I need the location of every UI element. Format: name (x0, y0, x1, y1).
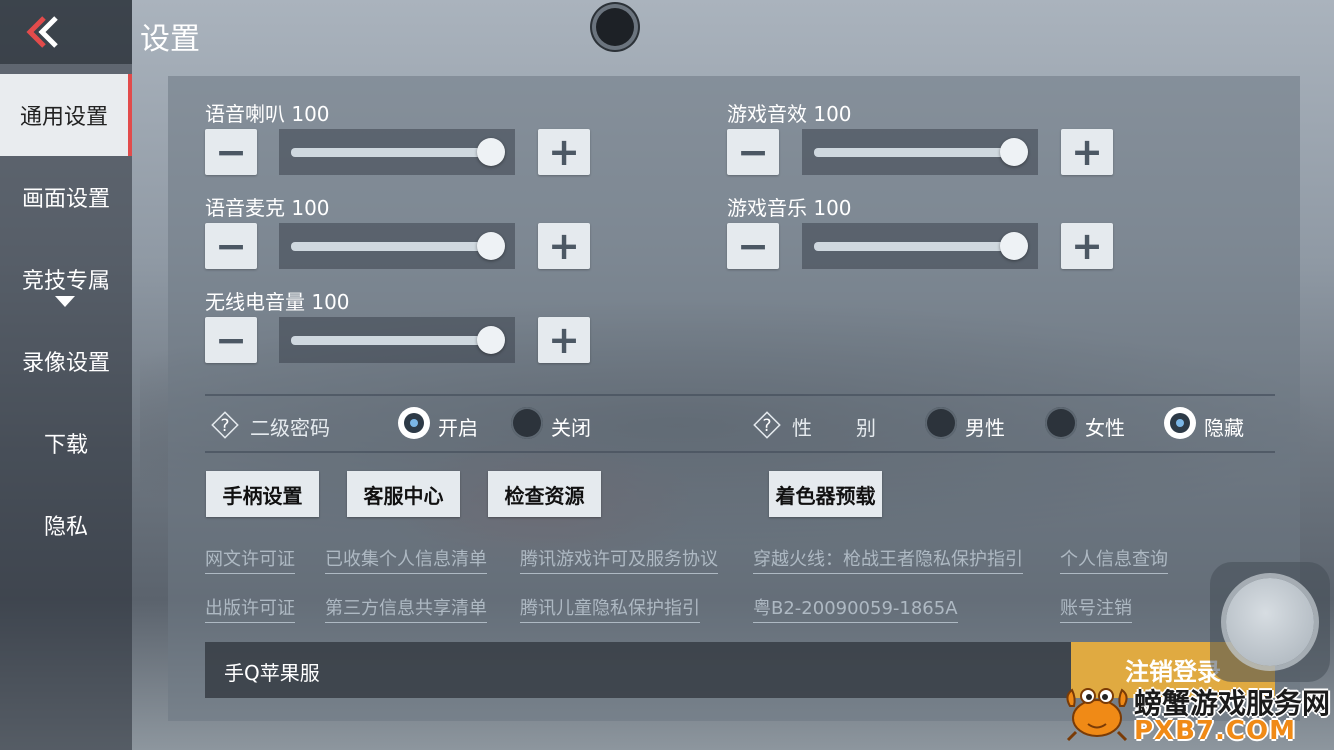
slider-track (814, 242, 1014, 251)
radio-plus-button[interactable]: + (538, 317, 590, 363)
password-on-radio[interactable] (398, 407, 430, 439)
music-minus-button[interactable]: − (727, 223, 779, 269)
minus-icon: − (215, 130, 247, 174)
customer-service-button[interactable]: 客服中心 (347, 471, 460, 517)
speaker-volume-label: 语音喇叭 100 (205, 102, 330, 126)
caret-down-icon (55, 296, 75, 307)
divider (205, 451, 1275, 453)
sidebar-item-replay[interactable]: 录像设置 (0, 320, 132, 402)
link-publishing-license[interactable]: 出版许可证 (205, 594, 295, 623)
svg-text:?: ? (220, 416, 229, 436)
crab-logo-icon (1066, 688, 1128, 742)
sidebar-item-competitive[interactable]: 竞技专属 (0, 238, 132, 320)
plus-icon: + (1071, 130, 1103, 174)
sidebar-item-privacy[interactable]: 隐私 (0, 484, 132, 566)
check-resources-button[interactable]: 检查资源 (488, 471, 601, 517)
slider-handle[interactable] (477, 326, 505, 354)
link-personal-info-query[interactable]: 个人信息查询 (1060, 545, 1168, 574)
minus-icon: − (215, 224, 247, 268)
radio-minus-button[interactable]: − (205, 317, 257, 363)
slider-track (291, 148, 491, 157)
link-tencent-license-agreement[interactable]: 腾讯游戏许可及服务协议 (520, 545, 718, 574)
mic-volume-slider[interactable] (279, 223, 515, 269)
link-third-party-sharing[interactable]: 第三方信息共享清单 (325, 594, 487, 623)
assistive-touch-button[interactable] (1226, 578, 1314, 666)
slider-track (291, 336, 491, 345)
gender-hidden-radio[interactable] (1164, 407, 1196, 439)
gender-label-a: 性 (792, 416, 812, 440)
double-chevron-left-icon (26, 16, 58, 48)
sidebar-item-graphics[interactable]: 画面设置 (0, 156, 132, 238)
sfx-volume-label: 游戏音效 100 (727, 102, 852, 126)
sfx-minus-button[interactable]: − (727, 129, 779, 175)
sidebar-item-download[interactable]: 下载 (0, 402, 132, 484)
music-volume-label: 游戏音乐 100 (727, 196, 852, 220)
music-volume-slider[interactable] (802, 223, 1038, 269)
sfx-volume-slider[interactable] (802, 129, 1038, 175)
link-icp-number[interactable]: 粤B2-20090059-1865A (753, 594, 958, 623)
gender-hidden-label[interactable]: 隐藏 (1204, 412, 1244, 441)
gender-female-label[interactable]: 女性 (1085, 412, 1125, 441)
radio-volume-label: 无线电音量 100 (205, 290, 350, 314)
link-privacy-guideline[interactable]: 穿越火线：枪战王者隐私保护指引 (753, 545, 1023, 574)
music-plus-button[interactable]: + (1061, 223, 1113, 269)
password-on-label[interactable]: 开启 (438, 412, 478, 441)
gender-male-label[interactable]: 男性 (965, 412, 1005, 441)
link-collected-info-list[interactable]: 已收集个人信息清单 (325, 545, 487, 574)
minus-icon: − (737, 130, 769, 174)
divider (205, 394, 1275, 396)
floating-button[interactable] (592, 4, 638, 50)
account-server-label: 手Q苹果服 (224, 661, 320, 685)
plus-icon: + (548, 130, 580, 174)
radio-volume-slider[interactable] (279, 317, 515, 363)
slider-handle[interactable] (477, 138, 505, 166)
sfx-plus-button[interactable]: + (1061, 129, 1113, 175)
page-title: 设置 (140, 22, 200, 57)
link-children-privacy[interactable]: 腾讯儿童隐私保护指引 (520, 594, 700, 623)
controller-settings-button[interactable]: 手柄设置 (206, 471, 319, 517)
mic-volume-label: 语音麦克 100 (205, 196, 330, 220)
plus-icon: + (548, 224, 580, 268)
password-off-label[interactable]: 关闭 (551, 412, 591, 441)
gender-male-radio[interactable] (925, 407, 957, 439)
gender-female-radio[interactable] (1045, 407, 1077, 439)
sidebar-item-general[interactable]: 通用设置 (0, 74, 132, 156)
link-account-cancellation[interactable]: 账号注销 (1060, 594, 1132, 623)
watermark: 螃蟹游戏服务网 PXB7.COM (1062, 676, 1332, 750)
shader-preload-button[interactable]: 着色器预载 (769, 471, 882, 517)
watermark-domain: PXB7.COM (1134, 716, 1296, 746)
slider-handle[interactable] (477, 232, 505, 260)
minus-icon: − (737, 224, 769, 268)
svg-text:?: ? (762, 416, 771, 436)
speaker-minus-button[interactable]: − (205, 129, 257, 175)
password-off-radio[interactable] (511, 407, 543, 439)
speaker-plus-button[interactable]: + (538, 129, 590, 175)
help-icon[interactable]: ? (752, 410, 782, 440)
plus-icon: + (548, 318, 580, 362)
plus-icon: + (1071, 224, 1103, 268)
slider-handle[interactable] (1000, 232, 1028, 260)
slider-track (814, 148, 1014, 157)
link-web-culture-license[interactable]: 网文许可证 (205, 545, 295, 574)
help-icon[interactable]: ? (210, 410, 240, 440)
mic-plus-button[interactable]: + (538, 223, 590, 269)
minus-icon: − (215, 318, 247, 362)
back-button[interactable] (0, 0, 132, 64)
speaker-volume-slider[interactable] (279, 129, 515, 175)
gender-label-b: 别 (856, 416, 876, 440)
mic-minus-button[interactable]: − (205, 223, 257, 269)
slider-handle[interactable] (1000, 138, 1028, 166)
slider-track (291, 242, 491, 251)
password-label: 二级密码 (250, 416, 330, 440)
